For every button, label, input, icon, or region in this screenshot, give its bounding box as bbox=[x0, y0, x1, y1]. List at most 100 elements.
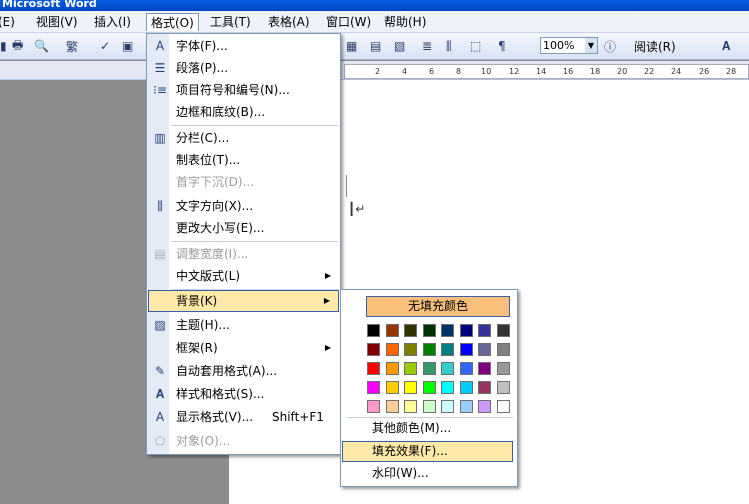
format-menu: A 字体(F)... ☰ 段落(P)... ⁝≡ 项目符号和编号(N)... 边… bbox=[146, 33, 341, 455]
color-swatch[interactable] bbox=[478, 381, 491, 394]
menu-item-change-case[interactable]: 更改大小写(E)... bbox=[148, 217, 339, 239]
menu-item-label: 框架(R) bbox=[176, 341, 218, 355]
color-swatch[interactable] bbox=[385, 324, 399, 337]
color-swatch[interactable] bbox=[367, 324, 380, 337]
ruler-tick: 18 bbox=[590, 67, 601, 76]
color-swatch[interactable] bbox=[385, 362, 399, 375]
color-swatch[interactable] bbox=[496, 343, 510, 356]
color-swatch[interactable] bbox=[441, 343, 454, 356]
menu-item-reveal-formatting[interactable]: A 显示格式(V)... Shift+F1 bbox=[148, 406, 339, 428]
columns-toolbar-icon[interactable]: ▧ bbox=[394, 38, 405, 54]
zoom-select[interactable]: 100% ▼ bbox=[540, 37, 598, 54]
menu-item-styles[interactable]: 𝐀 样式和格式(S)... bbox=[148, 383, 339, 405]
menu-edit[interactable]: (E) bbox=[0, 13, 19, 31]
menu-item-background[interactable]: 背景(K) ▶ bbox=[148, 290, 339, 312]
menu-format[interactable]: 格式(O) bbox=[146, 13, 199, 31]
color-swatch[interactable] bbox=[459, 362, 473, 375]
menu-item-text-direction[interactable]: ⫼ 文字方向(X)... bbox=[148, 195, 339, 217]
color-swatch[interactable] bbox=[404, 324, 417, 337]
spelling-icon[interactable]: ✓ bbox=[100, 38, 110, 54]
chevron-down-icon[interactable]: ▼ bbox=[585, 38, 597, 53]
print-icon[interactable]: 🖶 bbox=[12, 38, 23, 54]
menu-item-asian-layout[interactable]: 中文版式(L) ▶ bbox=[148, 265, 339, 287]
color-swatch[interactable] bbox=[441, 324, 454, 337]
color-swatch[interactable] bbox=[441, 362, 454, 375]
paragraph-icon: ☰ bbox=[154, 61, 166, 75]
color-swatch[interactable] bbox=[496, 324, 510, 337]
color-swatch[interactable] bbox=[441, 381, 454, 394]
menu-table[interactable]: 表格(A) bbox=[264, 13, 314, 31]
color-swatch[interactable] bbox=[422, 362, 436, 375]
ruler-tick: 6 bbox=[429, 67, 435, 76]
styles-toolbar-icon[interactable]: 𝐀 bbox=[722, 38, 730, 54]
ruler-tick: 8 bbox=[456, 67, 462, 76]
show-hide-icon[interactable]: ¶ bbox=[498, 38, 506, 54]
color-swatch[interactable] bbox=[367, 362, 380, 375]
autoformat-icon: ✎ bbox=[154, 364, 166, 378]
menu-item-label: 制表位(T)... bbox=[176, 153, 241, 167]
color-swatch[interactable] bbox=[422, 381, 436, 394]
color-swatch[interactable] bbox=[404, 343, 417, 356]
color-swatch[interactable] bbox=[478, 362, 491, 375]
horizontal-ruler[interactable]: 2 4 6 8 10 12 14 16 18 20 22 24 26 28 bbox=[344, 64, 749, 79]
menu-help[interactable]: 帮助(H) bbox=[380, 13, 430, 31]
color-swatch[interactable] bbox=[459, 381, 473, 394]
color-swatch[interactable] bbox=[404, 381, 417, 394]
print-preview-icon[interactable]: 🔍 bbox=[34, 38, 49, 54]
menu-insert[interactable]: 插入(I) bbox=[90, 13, 135, 31]
more-colors-item[interactable]: 其他颜色(M)... bbox=[342, 418, 513, 439]
watermark-item[interactable]: 水印(W)... bbox=[342, 463, 513, 484]
color-swatch[interactable] bbox=[496, 400, 510, 413]
color-swatch[interactable] bbox=[385, 381, 399, 394]
menu-item-label: 首字下沉(D)... bbox=[176, 175, 255, 189]
fill-effects-item[interactable]: 填充效果(F)... bbox=[342, 441, 513, 462]
color-swatch[interactable] bbox=[459, 343, 473, 356]
color-swatch[interactable] bbox=[385, 400, 399, 413]
font-icon: A bbox=[155, 39, 165, 53]
color-swatch[interactable] bbox=[367, 343, 380, 356]
text-direction-toolbar-icon[interactable]: ⫼ bbox=[446, 38, 452, 54]
help-icon[interactable]: ⓘ bbox=[604, 38, 616, 54]
color-swatch[interactable] bbox=[367, 400, 380, 413]
menu-item-paragraph[interactable]: ☰ 段落(P)... bbox=[148, 57, 339, 79]
color-swatch[interactable] bbox=[385, 343, 399, 356]
insert-excel-icon[interactable]: ▤ bbox=[370, 38, 381, 54]
menu-item-tabs[interactable]: 制表位(T)... bbox=[148, 149, 339, 171]
document-map-icon[interactable]: ⬚ bbox=[470, 38, 481, 54]
color-swatch[interactable] bbox=[459, 400, 473, 413]
color-swatch[interactable] bbox=[367, 381, 380, 394]
ruler-tick: 26 bbox=[699, 67, 710, 76]
menu-item-autoformat[interactable]: ✎ 自动套用格式(A)... bbox=[148, 360, 339, 382]
menu-item-frames[interactable]: 框架(R) ▶ bbox=[148, 337, 339, 359]
color-swatch[interactable] bbox=[422, 324, 436, 337]
menu-item-columns[interactable]: ▥ 分栏(C)... bbox=[148, 127, 339, 149]
color-swatch[interactable] bbox=[496, 381, 510, 394]
menu-item-font[interactable]: A 字体(F)... bbox=[148, 35, 339, 57]
color-swatch[interactable] bbox=[478, 400, 491, 413]
menu-item-borders[interactable]: 边框和底纹(B)... bbox=[148, 101, 339, 123]
menu-window[interactable]: 窗口(W) bbox=[322, 13, 375, 31]
no-fill-color-button[interactable]: 无填充颜色 bbox=[366, 296, 510, 317]
research-book-icon[interactable]: ▣ bbox=[122, 38, 133, 54]
color-swatch[interactable] bbox=[459, 324, 473, 337]
color-swatch[interactable] bbox=[496, 362, 510, 375]
color-swatch[interactable] bbox=[422, 343, 436, 356]
color-swatch[interactable] bbox=[404, 362, 417, 375]
drawing-icon[interactable]: ≣ bbox=[422, 38, 432, 54]
color-swatch[interactable] bbox=[478, 324, 491, 337]
ruler-tick: 20 bbox=[617, 67, 628, 76]
insert-table-icon[interactable]: ▦ bbox=[346, 38, 357, 54]
color-swatch[interactable] bbox=[422, 400, 436, 413]
menu-view[interactable]: 视图(V) bbox=[32, 13, 82, 31]
menu-bar: (E) 视图(V) 插入(I) 格式(O) 工具(T) 表格(A) 窗口(W) … bbox=[0, 11, 749, 33]
color-swatch[interactable] bbox=[441, 400, 454, 413]
submenu-arrow-icon: ▶ bbox=[324, 343, 331, 352]
read-button[interactable]: 阅读(R) bbox=[634, 38, 676, 55]
menu-item-theme[interactable]: ▨ 主题(H)... bbox=[148, 314, 339, 336]
color-swatch[interactable] bbox=[404, 400, 417, 413]
color-swatch[interactable] bbox=[478, 343, 491, 356]
save-icon[interactable]: ▮ bbox=[0, 38, 7, 54]
menu-tools[interactable]: 工具(T) bbox=[206, 13, 255, 31]
research-icon[interactable]: 繁 bbox=[66, 38, 78, 54]
menu-item-bullets[interactable]: ⁝≡ 项目符号和编号(N)... bbox=[148, 79, 339, 101]
